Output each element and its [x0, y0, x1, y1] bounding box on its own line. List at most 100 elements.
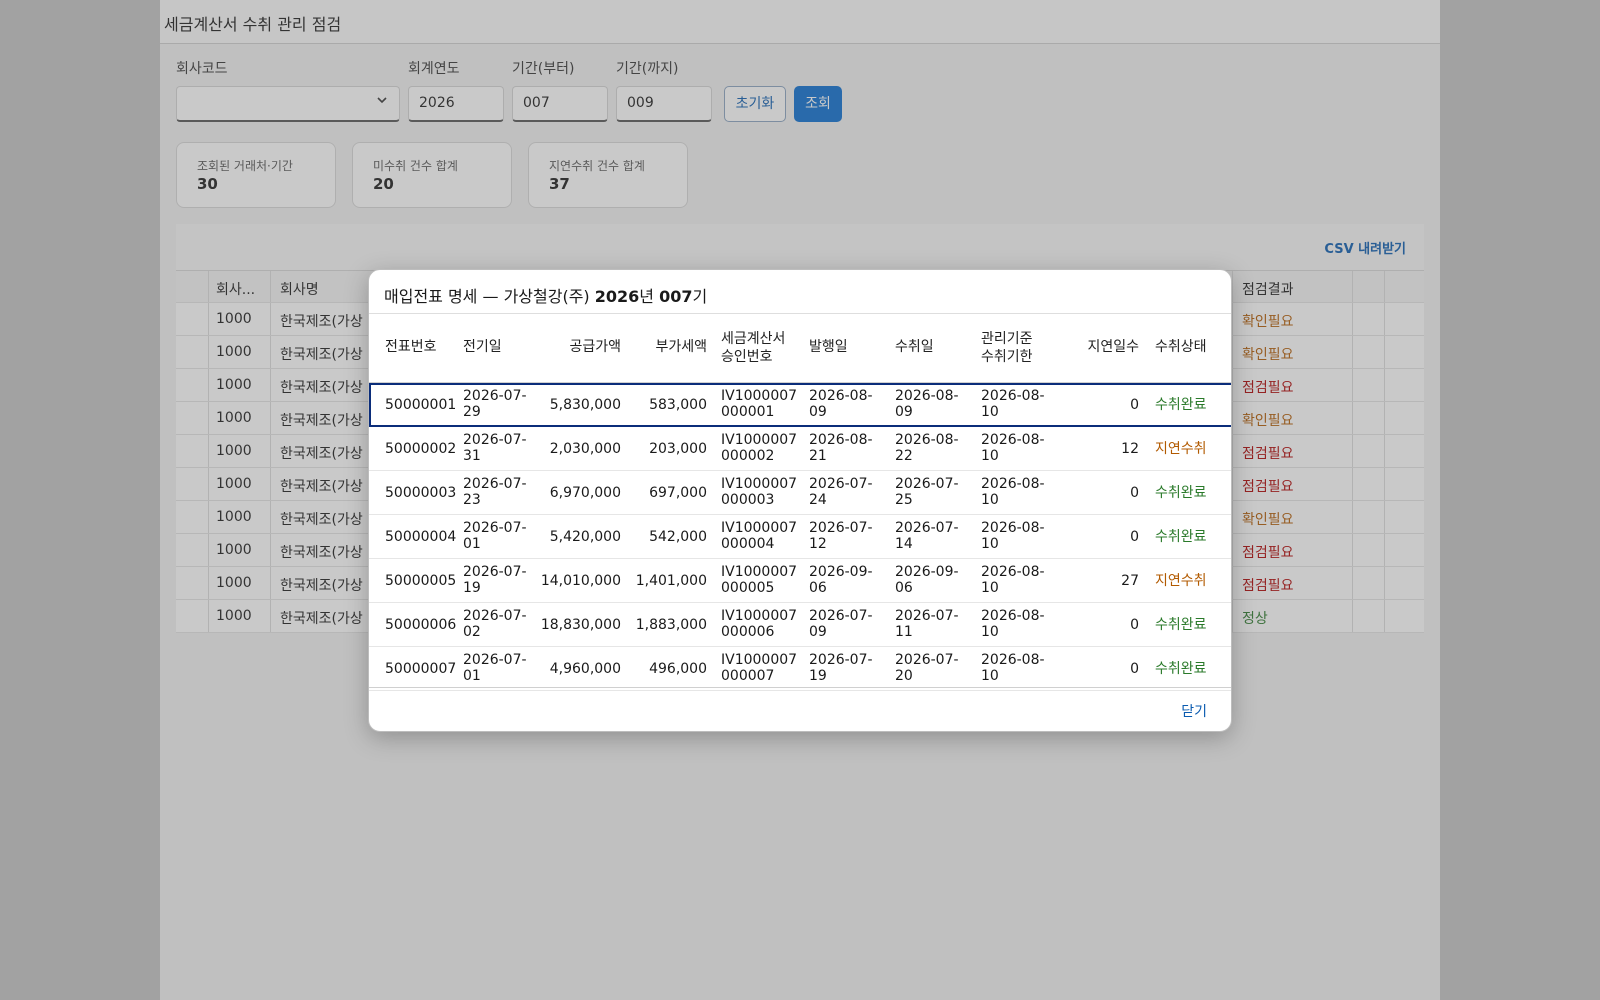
cell-posting-date: 2026-07- 29 [463, 388, 527, 420]
cell-deadline-line1: 2026-08- [981, 520, 1045, 536]
cell-deadline-line2: 10 [981, 624, 999, 640]
cell-issue-date-line1: 2026-07- [809, 652, 873, 668]
header-approval-no[interactable]: 세금계산서 승인번호 [721, 330, 785, 366]
cell-vat-amount: 203,000 [649, 441, 707, 457]
cell-delay-days: 0 [1130, 485, 1139, 501]
cell-approval-no: IV1000007 000005 [721, 564, 797, 596]
cell-posting-date: 2026-07- 01 [463, 520, 527, 552]
cell-deadline-line2: 10 [981, 492, 999, 508]
cell-issue-date-line1: 2026-07- [809, 608, 873, 624]
cell-receipt-date-line1: 2026-08- [895, 432, 959, 448]
cell-issue-date-line2: 06 [809, 580, 827, 596]
cell-posting-date-line2: 23 [463, 492, 481, 508]
cell-vat-amount: 542,000 [649, 529, 707, 545]
cell-issue-date-line1: 2026-07- [809, 520, 873, 536]
cell-receipt-status: 수취완료 [1155, 485, 1207, 501]
cell-posting-date: 2026-07- 02 [463, 608, 527, 640]
cell-deadline: 2026-08- 10 [981, 564, 1045, 596]
cell-supply-amount: 4,960,000 [549, 661, 621, 677]
cell-issue-date-line2: 09 [809, 624, 827, 640]
cell-deadline-line2: 10 [981, 404, 999, 420]
voucher-row[interactable]: 50000004 2026-07- 01 5,420,000 542,000 IV1000… [369, 515, 1231, 559]
cell-approval-no-line1: IV1000007 [721, 388, 798, 404]
cell-posting-date-line2: 01 [463, 668, 481, 684]
voucher-row[interactable]: 50000003 2026-07- 23 6,970,000 697,000 IV1000… [369, 471, 1231, 515]
cell-receipt-status: 수취완료 [1155, 529, 1207, 545]
voucher-table-header: 전표번호 전기일 공급가액 부가세액 세금계산서 승인번호 발행일 수취일 관리… [369, 314, 1231, 383]
cell-receipt-date-line2: 20 [895, 668, 913, 684]
cell-deadline: 2026-08- 10 [981, 608, 1045, 640]
cell-receipt-date: 2026-08- 09 [895, 388, 959, 420]
cell-vat-amount: 1,401,000 [635, 573, 707, 589]
modal-title-prefix: 매입전표 명세 — 가상철강(주) [384, 287, 595, 306]
header-receipt-date[interactable]: 수취일 [895, 338, 934, 356]
cell-supply-amount: 5,830,000 [549, 397, 621, 413]
cell-posting-date-line1: 2026-07- [463, 608, 527, 624]
cell-posting-date-line1: 2026-07- [463, 520, 527, 536]
cell-approval-no: IV1000007 000007 [721, 652, 797, 684]
cell-issue-date-line2: 24 [809, 492, 827, 508]
cell-approval-no-line1: IV1000007 [721, 564, 798, 580]
cell-posting-date: 2026-07- 31 [463, 432, 527, 464]
voucher-row[interactable]: 50000007 2026-07- 01 4,960,000 496,000 IV1000… [369, 647, 1231, 691]
cell-voucher-no: 50000005 [385, 573, 457, 589]
cell-posting-date-line1: 2026-07- [463, 388, 527, 404]
cell-receipt-date: 2026-07- 11 [895, 608, 959, 640]
cell-receipt-status: 수취완료 [1155, 617, 1207, 633]
voucher-row[interactable]: 50000001 2026-07- 29 5,830,000 583,000 IV1000… [369, 383, 1231, 427]
cell-posting-date-line1: 2026-07- [463, 476, 527, 492]
voucher-row[interactable]: 50000005 2026-07- 19 14,010,000 1,401,000 IV1… [369, 559, 1231, 603]
header-deadline[interactable]: 관리기준 수취기한 [981, 330, 1033, 366]
cell-supply-amount: 18,830,000 [540, 617, 621, 633]
header-vat-amount[interactable]: 부가세액 [655, 338, 707, 356]
header-delay-days[interactable]: 지연일수 [1087, 338, 1139, 356]
cell-issue-date: 2026-07- 09 [809, 608, 873, 640]
cell-approval-no-line1: IV1000007 [721, 652, 798, 668]
cell-deadline-line1: 2026-08- [981, 564, 1045, 580]
cell-issue-date: 2026-09- 06 [809, 564, 873, 596]
cell-posting-date-line1: 2026-07- [463, 564, 527, 580]
cell-delay-days: 0 [1130, 617, 1139, 633]
cell-receipt-date-line1: 2026-07- [895, 608, 959, 624]
cell-issue-date-line1: 2026-09- [809, 564, 873, 580]
cell-posting-date: 2026-07- 01 [463, 652, 527, 684]
cell-delay-days: 12 [1121, 441, 1139, 457]
cell-approval-no-line2: 000005 [721, 580, 775, 596]
header-voucher-no[interactable]: 전표번호 [385, 338, 437, 356]
cell-posting-date: 2026-07- 19 [463, 564, 527, 596]
cell-posting-date-line2: 29 [463, 404, 481, 420]
cell-receipt-date: 2026-09- 06 [895, 564, 959, 596]
voucher-row[interactable]: 50000002 2026-07- 31 2,030,000 203,000 IV1000… [369, 427, 1231, 471]
modal-title-period: 007 [659, 287, 693, 306]
header-receipt-status[interactable]: 수취상태 [1155, 338, 1207, 356]
header-issue-date[interactable]: 발행일 [809, 338, 848, 356]
cell-receipt-status: 수취완료 [1155, 397, 1207, 413]
cell-approval-no: IV1000007 000002 [721, 432, 797, 464]
close-button[interactable]: 닫기 [1181, 701, 1207, 721]
cell-deadline-line1: 2026-08- [981, 432, 1045, 448]
cell-deadline: 2026-08- 10 [981, 652, 1045, 684]
cell-receipt-date-line2: 14 [895, 536, 913, 552]
cell-receipt-date: 2026-07- 20 [895, 652, 959, 684]
cell-approval-no-line1: IV1000007 [721, 608, 798, 624]
cell-deadline: 2026-08- 10 [981, 388, 1045, 420]
cell-receipt-date: 2026-07- 25 [895, 476, 959, 508]
cell-issue-date-line2: 09 [809, 404, 827, 420]
cell-deadline-line1: 2026-08- [981, 608, 1045, 624]
header-deadline-line1: 관리기준 [981, 331, 1033, 347]
cell-supply-amount: 5,420,000 [549, 529, 621, 545]
cell-receipt-status: 지연수취 [1155, 573, 1207, 589]
cell-receipt-date-line2: 25 [895, 492, 913, 508]
cell-delay-days: 0 [1130, 397, 1139, 413]
modal-title-year: 2026 [594, 287, 640, 306]
modal-title-mid: 년 [639, 287, 660, 306]
voucher-row[interactable]: 50000006 2026-07- 02 18,830,000 1,883,000 IV1… [369, 603, 1231, 647]
cell-posting-date-line2: 02 [463, 624, 481, 640]
header-supply-amount[interactable]: 공급가액 [569, 338, 621, 356]
cell-deadline-line1: 2026-08- [981, 388, 1045, 404]
cell-issue-date-line2: 19 [809, 668, 827, 684]
cell-posting-date-line1: 2026-07- [463, 432, 527, 448]
header-posting-date[interactable]: 전기일 [463, 338, 502, 356]
cell-receipt-date-line1: 2026-07- [895, 476, 959, 492]
cell-supply-amount: 14,010,000 [540, 573, 621, 589]
